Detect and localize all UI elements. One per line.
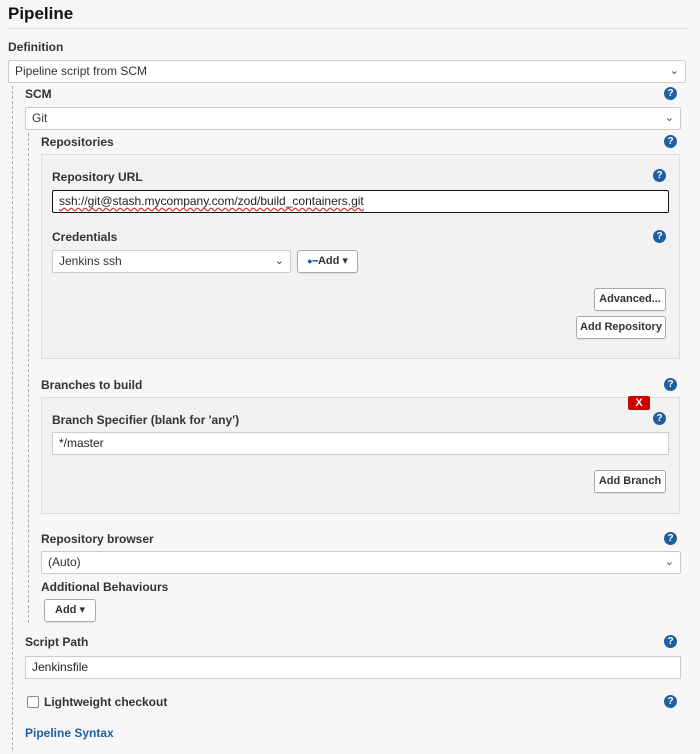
repository-browser-select[interactable]: (Auto) ⌄ <box>41 551 681 574</box>
nesting-line-inner <box>28 133 29 623</box>
lightweight-checkout-checkbox[interactable] <box>27 696 39 708</box>
advanced-button[interactable]: Advanced... <box>594 288 666 311</box>
caret-icon: ▾ <box>79 604 85 616</box>
repository-browser-help-icon[interactable]: ? <box>664 532 677 545</box>
credentials-selected: Jenkins ssh <box>59 254 122 268</box>
branches-label: Branches to build <box>41 378 143 392</box>
lightweight-checkout-label: Lightweight checkout <box>44 695 168 709</box>
caret-icon: ▾ <box>342 255 348 267</box>
repositories-label: Repositories <box>41 135 114 149</box>
script-path-label: Script Path <box>25 635 89 649</box>
additional-behaviours-label: Additional Behaviours <box>41 580 169 594</box>
title-divider <box>8 28 688 29</box>
repository-browser-selected: (Auto) <box>48 555 81 569</box>
pipeline-syntax-link[interactable]: Pipeline Syntax <box>25 726 114 740</box>
nesting-line-outer <box>12 86 13 750</box>
branches-help-icon[interactable]: ? <box>664 378 677 391</box>
chevron-down-icon: ⌄ <box>664 112 674 124</box>
script-path-help-icon[interactable]: ? <box>664 635 677 648</box>
repository-url-label: Repository URL <box>52 170 143 184</box>
credentials-help-icon[interactable]: ? <box>653 230 666 243</box>
repository-url-value: ssh://git@stash.mycompany.com/zod/build_… <box>59 194 364 208</box>
branch-specifier-help-icon[interactable]: ? <box>653 412 666 425</box>
repository-url-help-icon[interactable]: ? <box>653 169 666 182</box>
delete-branch-button[interactable]: X <box>628 396 650 410</box>
chevron-down-icon: ⌄ <box>669 65 679 77</box>
branch-specifier-label: Branch Specifier (blank for 'any') <box>52 413 240 427</box>
section-title: Pipeline <box>8 4 74 23</box>
scm-selected: Git <box>32 111 48 125</box>
script-path-input[interactable]: Jenkinsfile <box>25 656 681 679</box>
add-repository-button[interactable]: Add Repository <box>576 316 666 339</box>
definition-select[interactable]: Pipeline script from SCM ⌄ <box>8 60 686 83</box>
repositories-help-icon[interactable]: ? <box>664 135 677 148</box>
definition-selected: Pipeline script from SCM <box>15 64 148 78</box>
definition-label: Definition <box>8 40 64 54</box>
repository-browser-label: Repository browser <box>41 532 154 546</box>
chevron-down-icon: ⌄ <box>664 556 674 568</box>
credentials-label: Credentials <box>52 230 118 244</box>
add-branch-button[interactable]: Add Branch <box>594 470 666 493</box>
repository-url-input[interactable]: ssh://git@stash.mycompany.com/zod/build_… <box>52 190 669 213</box>
chevron-down-icon: ⌄ <box>274 255 284 267</box>
scm-label: SCM <box>25 87 52 101</box>
add-behaviour-button[interactable]: Add ▾ <box>44 599 96 622</box>
branch-specifier-input[interactable]: */master <box>52 432 669 455</box>
lightweight-checkout-help-icon[interactable]: ? <box>664 695 677 708</box>
add-credentials-button[interactable]: ●━Add ▾ <box>297 250 358 273</box>
credentials-select[interactable]: Jenkins ssh ⌄ <box>52 250 291 273</box>
script-path-value: Jenkinsfile <box>32 660 89 674</box>
key-icon: ●━ <box>307 256 318 266</box>
branch-specifier-value: */master <box>59 436 104 450</box>
scm-help-icon[interactable]: ? <box>664 87 677 100</box>
scm-select[interactable]: Git ⌄ <box>25 107 681 130</box>
